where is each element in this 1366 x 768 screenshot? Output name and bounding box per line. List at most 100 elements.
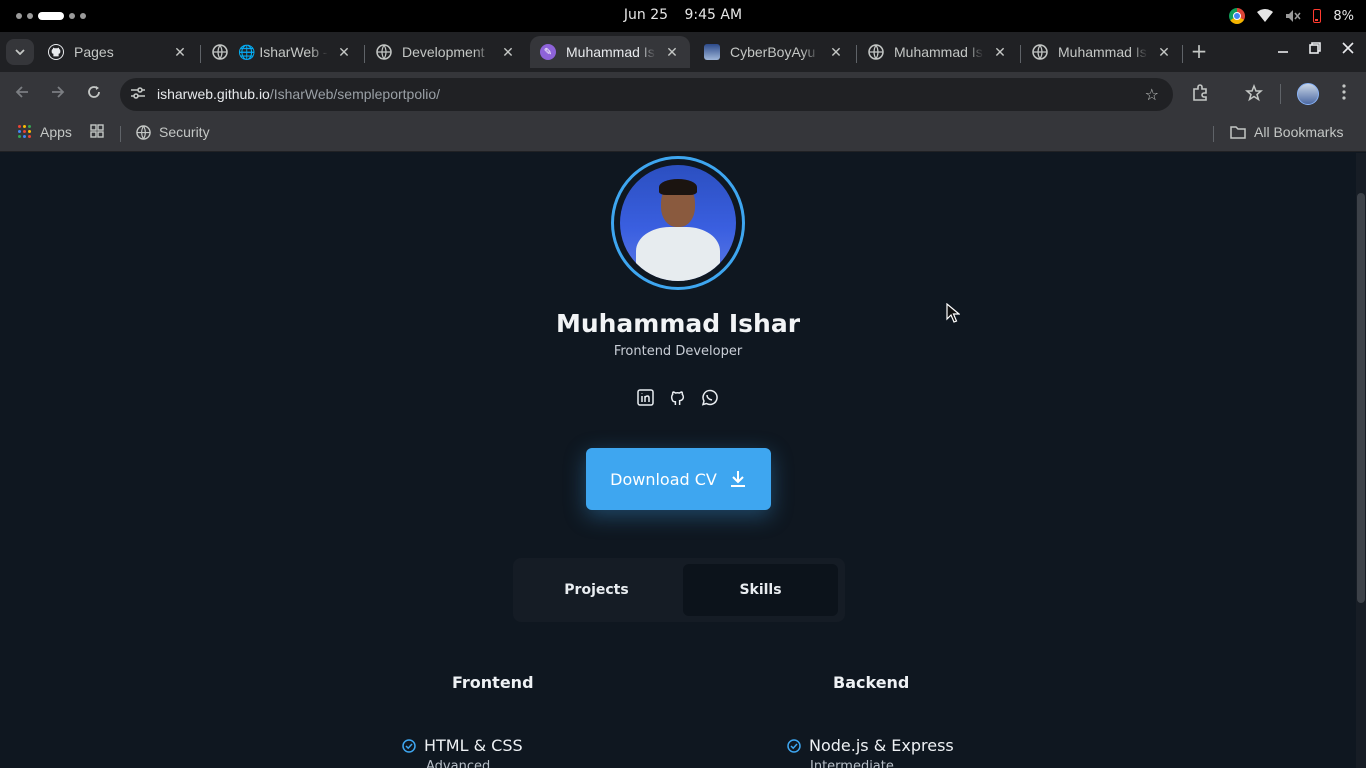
backend-heading: Backend xyxy=(833,673,910,692)
minimize-icon xyxy=(1278,51,1288,53)
download-icon xyxy=(730,471,745,487)
browser-tab[interactable]: 🌐 IsharWeb - r ✕ xyxy=(202,36,362,68)
reload-button[interactable] xyxy=(84,84,104,104)
skill-name: HTML & CSS xyxy=(424,736,523,755)
extensions-button[interactable] xyxy=(1190,84,1210,104)
all-bookmarks-button[interactable]: All Bookmarks xyxy=(1230,124,1343,140)
date: Jun 25 xyxy=(623,7,669,23)
tab-separator xyxy=(200,45,201,63)
tab-separator xyxy=(1182,45,1183,63)
bookmark-star-icon[interactable]: ☆ xyxy=(1145,85,1159,104)
page-content: Muhammad Ishar Frontend Developer Downlo… xyxy=(0,153,1366,768)
section-tabs: Projects Skills xyxy=(513,558,845,622)
close-tab-icon[interactable]: ✕ xyxy=(172,44,188,61)
frontend-heading: Frontend xyxy=(452,673,534,692)
tab-groups-button[interactable] xyxy=(90,124,104,138)
star-list-icon xyxy=(1245,83,1263,102)
bookmark-label: All Bookmarks xyxy=(1254,124,1344,140)
url-text[interactable]: isharweb.github.io/IsharWeb/sempleportpo… xyxy=(157,86,440,102)
skill-item: HTML & CSS xyxy=(402,736,523,755)
bookmarks-manager-button[interactable] xyxy=(1244,83,1264,104)
globe-icon xyxy=(868,44,884,60)
browser-toolbar: isharweb.github.io/IsharWeb/sempleportpo… xyxy=(0,72,1366,116)
profile-name: Muhammad Ishar xyxy=(555,309,801,338)
restore-icon xyxy=(1309,42,1321,54)
skill-item: Node.js & Express xyxy=(787,736,954,755)
globe-icon xyxy=(376,44,392,60)
menu-button[interactable] xyxy=(1334,84,1354,104)
os-top-bar: Jun 25 9:45 AM 8% xyxy=(0,0,1366,32)
download-cv-label: Download CV xyxy=(610,469,717,489)
bookmark-label: Apps xyxy=(40,124,72,140)
url-domain: isharweb.github.io xyxy=(157,86,270,102)
address-bar[interactable]: isharweb.github.io/IsharWeb/sempleportpo… xyxy=(120,78,1173,111)
new-tab-button[interactable]: + xyxy=(1188,41,1210,63)
close-tab-icon[interactable]: ✕ xyxy=(664,44,680,61)
time: 9:45 AM xyxy=(684,7,743,23)
avatar-icon xyxy=(704,44,720,60)
url-path: /IsharWeb/sempleportpolio/ xyxy=(269,86,441,102)
toolbar-separator xyxy=(1280,84,1281,104)
browser-tab-active[interactable]: ✎ Muhammad Is ✕ xyxy=(530,36,690,68)
photo-hair xyxy=(659,179,697,195)
skill-level: Advanced xyxy=(426,759,491,768)
close-tab-icon[interactable]: ✕ xyxy=(828,44,844,61)
browser-tab-strip: Pages ✕ 🌐 IsharWeb - r ✕ Development ✕ ✎… xyxy=(0,32,1366,72)
forward-button[interactable] xyxy=(48,84,68,104)
tab-title: Pages xyxy=(74,44,114,60)
chevron-down-icon xyxy=(15,49,25,55)
globe-icon xyxy=(212,44,228,60)
globe-icon xyxy=(136,124,151,140)
more-vertical-icon xyxy=(1342,84,1346,100)
tab-separator xyxy=(364,45,365,63)
system-tray[interactable]: 8% xyxy=(1229,6,1354,26)
scrollbar[interactable] xyxy=(1356,153,1366,768)
browser-tab[interactable]: CyberBoyAyu ✕ xyxy=(694,36,854,68)
check-circle-icon xyxy=(402,738,416,753)
profile-photo xyxy=(620,165,736,281)
social-links xyxy=(636,388,718,406)
whatsapp-icon[interactable] xyxy=(700,388,718,406)
tab-title: 🌐 IsharWeb - r xyxy=(238,43,328,60)
apps-grid-icon xyxy=(18,125,32,139)
tab-title: Muhammad Is xyxy=(1058,44,1147,60)
bookmark-separator xyxy=(120,126,121,142)
bookmark-apps[interactable]: Apps xyxy=(18,124,72,140)
portfolio-icon: ✎ xyxy=(540,44,556,60)
close-tab-icon[interactable]: ✕ xyxy=(992,44,1008,61)
skill-name: Node.js & Express xyxy=(809,736,954,755)
clock[interactable]: Jun 25 9:45 AM xyxy=(0,7,1366,23)
tab-search-button[interactable] xyxy=(6,39,34,65)
close-icon xyxy=(1342,42,1354,54)
reload-icon xyxy=(88,86,100,98)
browser-tab[interactable]: Development ✕ xyxy=(366,36,526,68)
tab-projects[interactable]: Projects xyxy=(519,564,674,616)
browser-tab[interactable]: Muhammad Is ✕ xyxy=(858,36,1018,68)
wifi-icon xyxy=(1257,9,1274,22)
close-window-button[interactable] xyxy=(1338,42,1358,58)
battery-icon xyxy=(1313,9,1322,23)
scrollbar-thumb[interactable] xyxy=(1357,193,1365,603)
browser-tab[interactable]: Muhammad Is ✕ xyxy=(1022,36,1182,68)
battery-percent: 8% xyxy=(1333,8,1354,24)
close-tab-icon[interactable]: ✕ xyxy=(1156,44,1172,61)
profile-avatar[interactable] xyxy=(1297,83,1319,105)
close-tab-icon[interactable]: ✕ xyxy=(336,44,352,61)
linkedin-icon[interactable] xyxy=(636,388,654,406)
chrome-icon xyxy=(1229,8,1246,24)
tab-separator xyxy=(856,45,857,63)
close-tab-icon[interactable]: ✕ xyxy=(500,44,516,61)
github-icon[interactable] xyxy=(668,388,686,406)
restore-button[interactable] xyxy=(1305,42,1325,58)
site-info-icon[interactable] xyxy=(130,86,146,102)
back-button[interactable] xyxy=(12,84,32,104)
minimize-button[interactable] xyxy=(1273,42,1293,58)
download-cv-button[interactable]: Download CV xyxy=(586,448,771,510)
globe-icon xyxy=(1032,44,1048,60)
tab-skills[interactable]: Skills xyxy=(683,564,838,616)
bookmark-separator xyxy=(1213,126,1214,142)
browser-tab[interactable]: Pages ✕ xyxy=(38,36,198,68)
bookmark-security[interactable]: Security xyxy=(136,124,210,140)
photo-body xyxy=(636,227,720,281)
volume-muted-icon xyxy=(1286,10,1301,22)
